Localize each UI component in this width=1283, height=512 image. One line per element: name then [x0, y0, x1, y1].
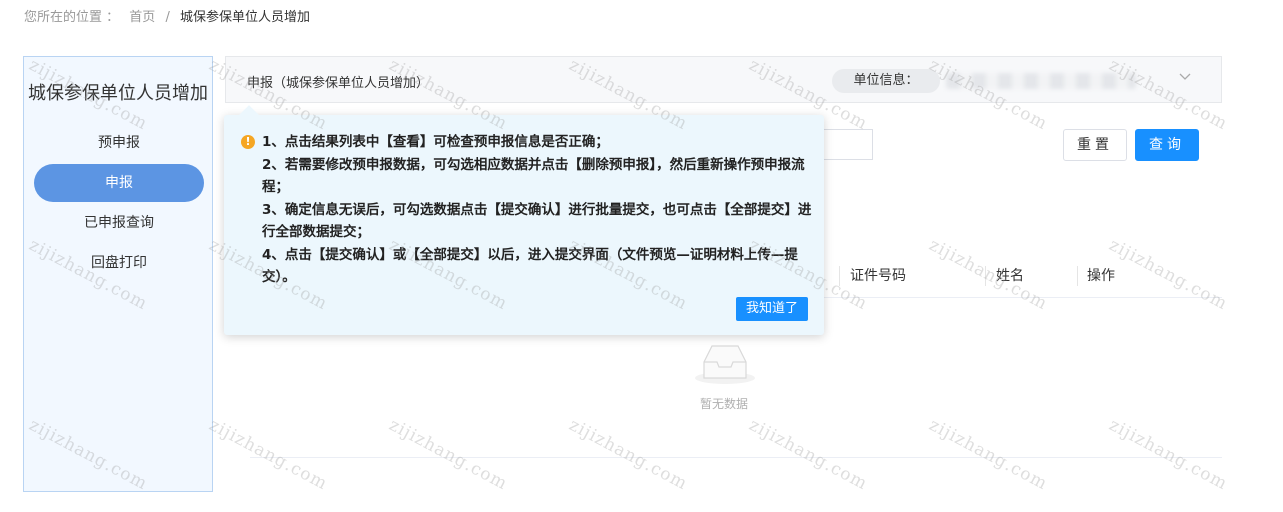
sidebar-title: 城保参保单位人员增加 [28, 83, 208, 104]
empty-inbox-icon [690, 340, 760, 390]
sidebar: 城保参保单位人员增加 预申报 申报 已申报查询 回盘打印 [23, 56, 213, 492]
sidebar-item-pre-declare[interactable]: 预申报 [34, 124, 204, 162]
reset-button[interactable]: 重置 [1063, 129, 1127, 161]
watermark: zijizhang.com [925, 415, 1051, 495]
unit-info-value-redacted [946, 73, 1136, 89]
watermark: zijizhang.com [385, 415, 511, 495]
sidebar-item-return-print[interactable]: 回盘打印 [34, 244, 204, 282]
column-header-name: 姓名 [996, 268, 1024, 284]
watermark: zijizhang.com [745, 415, 871, 495]
watermark: zijizhang.com [565, 415, 691, 495]
tip-line-2: 2、若需要修改预申报数据，可勾选相应数据并点击【删除预申报】，然后重新操作预申报… [262, 156, 805, 196]
sidebar-item-declared-query[interactable]: 已申报查询 [34, 204, 204, 242]
tip-line-3: 3、确定信息无误后，可勾选数据点击【提交确认】进行批量提交，也可点击【全部提交】… [262, 201, 812, 241]
column-divider [985, 266, 986, 286]
watermark: zijizhang.com [205, 415, 331, 495]
column-header-actions: 操作 [1087, 268, 1115, 284]
breadcrumb-separator: / [165, 10, 170, 25]
content-header: 申报（城保参保单位人员增加） 单位信息： [225, 56, 1222, 103]
tip-line-4: 4、点击【提交确认】或【全部提交】以后，进入提交界面（文件预览—证明材料上传—提… [262, 246, 798, 286]
empty-text: 暂无数据 [699, 397, 748, 411]
breadcrumb-home-link[interactable]: 首页 [129, 10, 155, 25]
column-divider [1077, 266, 1078, 286]
search-button[interactable]: 查询 [1135, 129, 1199, 161]
sidebar-item-declare[interactable]: 申报 [34, 164, 204, 202]
warning-icon: ! [241, 135, 255, 149]
chevron-down-icon[interactable] [1179, 69, 1191, 85]
content-title: 申报（城保参保单位人员增加） [247, 76, 430, 91]
tip-arrow [239, 105, 259, 125]
tip-line-1: 1、点击结果列表中【查看】可检查预申报信息是否正确； [262, 134, 609, 150]
column-divider [839, 266, 840, 286]
got-it-button[interactable]: 我知道了 [736, 297, 808, 321]
unit-info-label: 单位信息： [832, 69, 940, 93]
breadcrumb: 您所在的位置 ： 首页 / 城保参保单位人员增加 [24, 6, 310, 25]
column-header-id-number: 证件号码 [850, 268, 906, 284]
watermark: zijizhang.com [1105, 415, 1231, 495]
breadcrumb-prefix: 您所在的位置 ： [24, 10, 120, 25]
search-input[interactable] [818, 129, 873, 160]
table-bottom-divider [250, 457, 1222, 458]
breadcrumb-current: 城保参保单位人员增加 [179, 10, 310, 25]
tip-popover: ! 1、点击结果列表中【查看】可检查预申报信息是否正确； 2、若需要修改预申报数… [224, 105, 824, 335]
tip-content: 1、点击结果列表中【查看】可检查预申报信息是否正确； 2、若需要修改预申报数据，… [262, 131, 812, 289]
